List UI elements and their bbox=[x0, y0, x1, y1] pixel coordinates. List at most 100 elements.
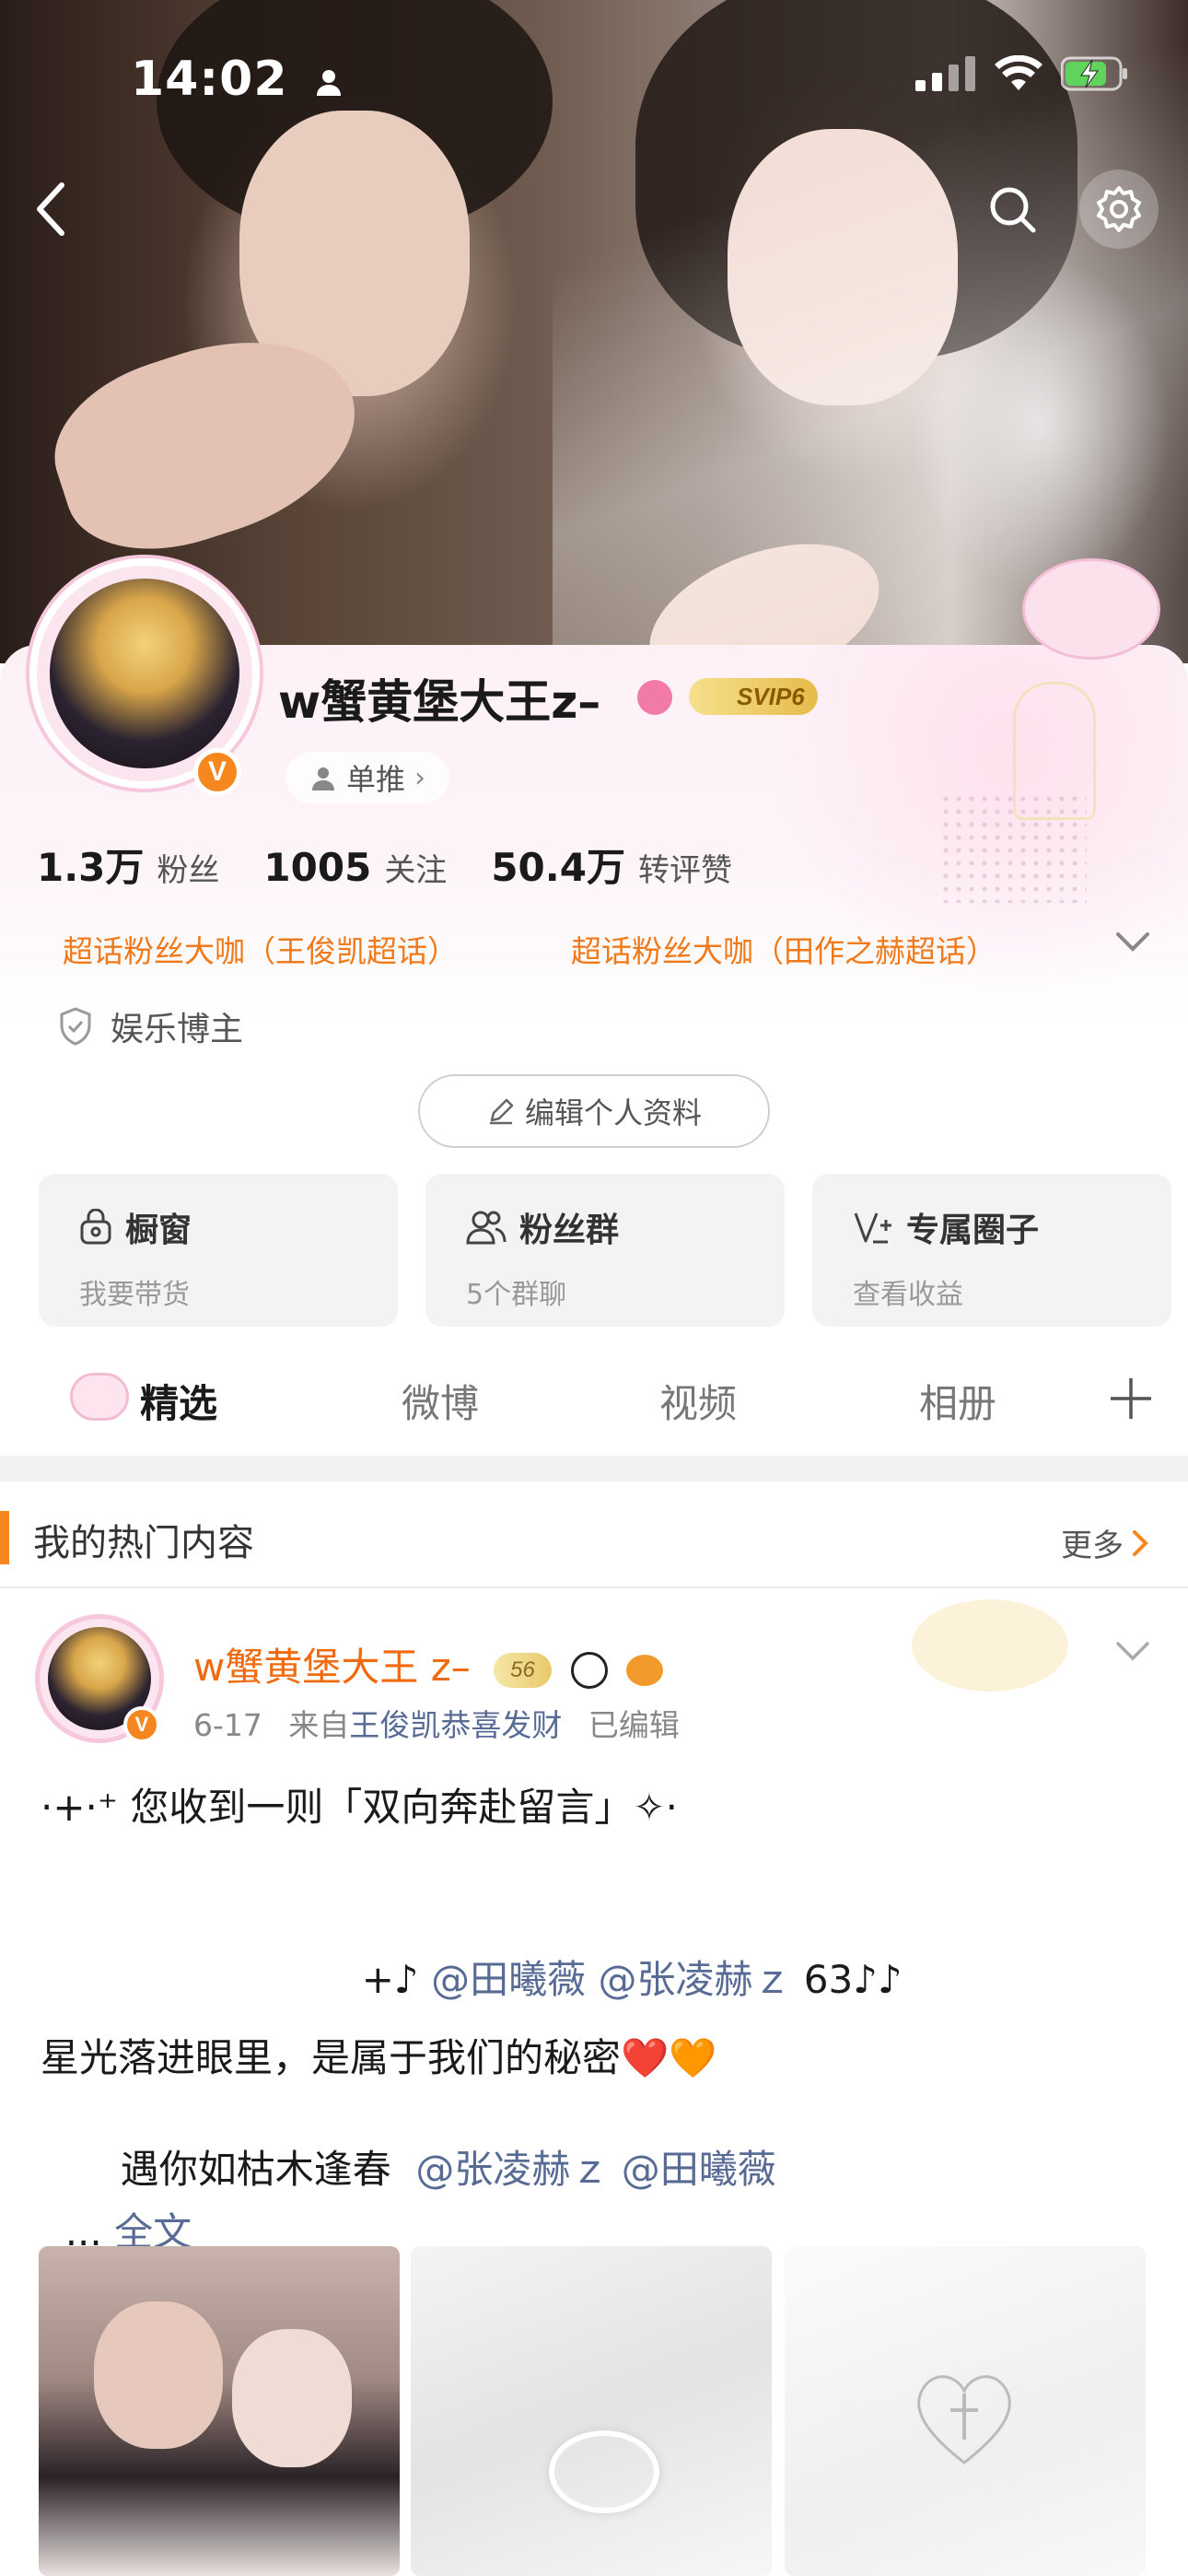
verified-mark-text: V bbox=[134, 1713, 149, 1736]
stat-label: 转评赞 bbox=[637, 852, 732, 889]
stat-value: 50.4万 bbox=[491, 845, 625, 890]
profile-stats: 1.3万 粉丝 1005 关注 50.4万 转评赞 bbox=[37, 837, 732, 893]
tile-exclusive-circle[interactable]: 专属圈子 查看收益 bbox=[812, 1174, 1171, 1327]
mascot-sticker bbox=[1022, 558, 1160, 660]
honor-tag[interactable]: 超话粉丝大咖（王俊凯超话） bbox=[63, 927, 458, 971]
photo-bow bbox=[549, 2430, 659, 2513]
wifi-icon bbox=[995, 55, 1042, 90]
stat-value: 1005 bbox=[263, 845, 372, 890]
add-tab-button[interactable] bbox=[1109, 1376, 1153, 1424]
edit-profile-label: 编辑个人资料 bbox=[524, 1095, 702, 1130]
stat-value: 1.3万 bbox=[37, 845, 145, 890]
stat-followers[interactable]: 1.3万 粉丝 bbox=[37, 837, 219, 893]
shield-icon bbox=[60, 1007, 91, 1046]
group-icon bbox=[466, 1211, 507, 1245]
post-date: 6-17 bbox=[193, 1707, 262, 1743]
post-line-4: 遇你如枯木逢春 @张凌赫ｚ @田曦薇 bbox=[96, 2093, 776, 2195]
photo-face-right bbox=[232, 2329, 352, 2467]
post-meta: 6-17 来自王俊凯恭喜发财 已编辑 bbox=[193, 1701, 680, 1745]
heart-cross-icon bbox=[917, 2375, 1011, 2465]
battery-charging-icon bbox=[1061, 56, 1127, 91]
more-link[interactable]: 更多 bbox=[1061, 1520, 1149, 1565]
profile-username: w蟹黄堡大王z– bbox=[278, 675, 601, 729]
search-button[interactable] bbox=[973, 170, 1052, 249]
stat-engagement[interactable]: 50.4万 转评赞 bbox=[491, 837, 732, 893]
mention-link[interactable]: @张凌赫ｚ bbox=[598, 1957, 791, 2002]
tile-shop-window[interactable]: 橱窗 我要带货 bbox=[39, 1174, 398, 1327]
post-image-1[interactable] bbox=[39, 2246, 400, 2576]
person-icon bbox=[316, 70, 341, 96]
tab-video[interactable]: 视频 bbox=[659, 1373, 737, 1429]
tab-featured[interactable]: 精选 bbox=[140, 1373, 217, 1429]
fan-search-badge-icon[interactable] bbox=[637, 680, 672, 715]
stat-label: 粉丝 bbox=[157, 852, 220, 889]
tile-subtitle: 查看收益 bbox=[853, 1279, 963, 1311]
search-icon bbox=[990, 187, 1036, 233]
verified-badge: V bbox=[193, 748, 241, 796]
plus-icon bbox=[1111, 1378, 1151, 1419]
chevron-down-icon bbox=[1116, 932, 1149, 952]
status-time-text: 14:02 bbox=[131, 52, 288, 107]
more-label: 更多 bbox=[1061, 1528, 1124, 1564]
tile-fan-group[interactable]: 粉丝群 5个群聊 bbox=[425, 1174, 785, 1327]
status-indicators bbox=[915, 55, 1129, 92]
status-time: 14:02 bbox=[131, 52, 344, 107]
avatar[interactable] bbox=[50, 579, 239, 768]
stat-label: 关注 bbox=[384, 852, 448, 889]
post-line-3: 星光落进眼里，是属于我们的秘密❤️🧡 bbox=[41, 2035, 717, 2080]
stat-following[interactable]: 1005 关注 bbox=[263, 845, 447, 890]
photo-face-left bbox=[94, 2301, 223, 2449]
section-accent-bar bbox=[0, 1511, 9, 1564]
level-badge-text: 56 bbox=[510, 1657, 535, 1682]
chevron-right-icon: › bbox=[414, 761, 426, 794]
edit-profile-button[interactable]: 编辑个人资料 bbox=[418, 1074, 770, 1148]
level-badge[interactable]: 56 bbox=[494, 1652, 552, 1688]
post-image-2[interactable] bbox=[411, 2246, 772, 2576]
recommend-label: 单推 bbox=[346, 762, 406, 797]
gear-icon bbox=[1097, 186, 1141, 232]
tab-sticker-icon bbox=[70, 1373, 129, 1421]
back-button[interactable] bbox=[11, 170, 90, 249]
post-author-row: w蟹黄堡大王 z– 56 bbox=[193, 1636, 663, 1692]
dot-pattern-decoration bbox=[939, 792, 1087, 903]
honor-tag[interactable]: 超话粉丝大咖（田作之赫超话） bbox=[571, 927, 996, 971]
post-sticker-decoration bbox=[912, 1599, 1068, 1692]
chevron-down-icon bbox=[1116, 1642, 1149, 1661]
section-title: 我的热门内容 bbox=[33, 1522, 254, 1564]
post-text-fragment: 63♪♪ bbox=[791, 1957, 903, 2002]
chevron-left-icon bbox=[37, 182, 64, 236]
post-source[interactable]: 王俊凯恭喜发财 bbox=[349, 1707, 562, 1743]
post-line-1: ·+·⁺ 您收到一则「双向奔赴留言」✧· bbox=[41, 1785, 678, 1830]
fish-icon bbox=[625, 1654, 663, 1686]
recommend-chip[interactable]: 单推 › bbox=[285, 752, 450, 803]
post-verified-badge: V bbox=[123, 1706, 160, 1743]
circle-vip-icon bbox=[854, 1212, 891, 1244]
mention-link[interactable]: @张凌赫ｚ bbox=[415, 2147, 609, 2192]
category-label: 娱乐博主 bbox=[111, 1011, 244, 1048]
post-edited: 已编辑 bbox=[588, 1707, 680, 1743]
section-separator bbox=[0, 1587, 1188, 1588]
post-menu-button[interactable] bbox=[1114, 1640, 1151, 1668]
mention-link[interactable]: @田曦薇 bbox=[622, 2147, 776, 2192]
section-divider bbox=[0, 1456, 1188, 1481]
settings-button[interactable] bbox=[1079, 170, 1159, 249]
post-from-prefix: 来自 bbox=[288, 1707, 350, 1743]
category-tag[interactable]: 娱乐博主 bbox=[57, 1002, 243, 1050]
tile-subtitle: 我要带货 bbox=[79, 1279, 190, 1311]
expand-honors-button[interactable] bbox=[1114, 931, 1151, 958]
tile-title: 橱窗 bbox=[125, 1212, 192, 1249]
cellular-signal-icon bbox=[915, 56, 975, 91]
post-author[interactable]: w蟹黄堡大王 z– bbox=[193, 1645, 471, 1690]
tab-album[interactable]: 相册 bbox=[919, 1373, 996, 1429]
svip-badge[interactable]: SVIP6 bbox=[689, 678, 818, 715]
tab-weibo[interactable]: 微博 bbox=[402, 1373, 479, 1429]
post-line-5: ... 全文 bbox=[41, 2156, 192, 2257]
post-line-2: +♪ @田曦薇 @张凌赫ｚ 63♪♪ bbox=[337, 1903, 903, 2005]
post-image-3[interactable] bbox=[785, 2246, 1146, 2576]
bag-icon bbox=[80, 1209, 111, 1245]
tile-title: 粉丝群 bbox=[519, 1212, 620, 1249]
verified-mark-text: V bbox=[207, 756, 227, 787]
user-icon bbox=[312, 767, 334, 790]
chevron-right-icon bbox=[1133, 1529, 1148, 1556]
mention-link[interactable]: @田曦薇 bbox=[431, 1957, 586, 2002]
